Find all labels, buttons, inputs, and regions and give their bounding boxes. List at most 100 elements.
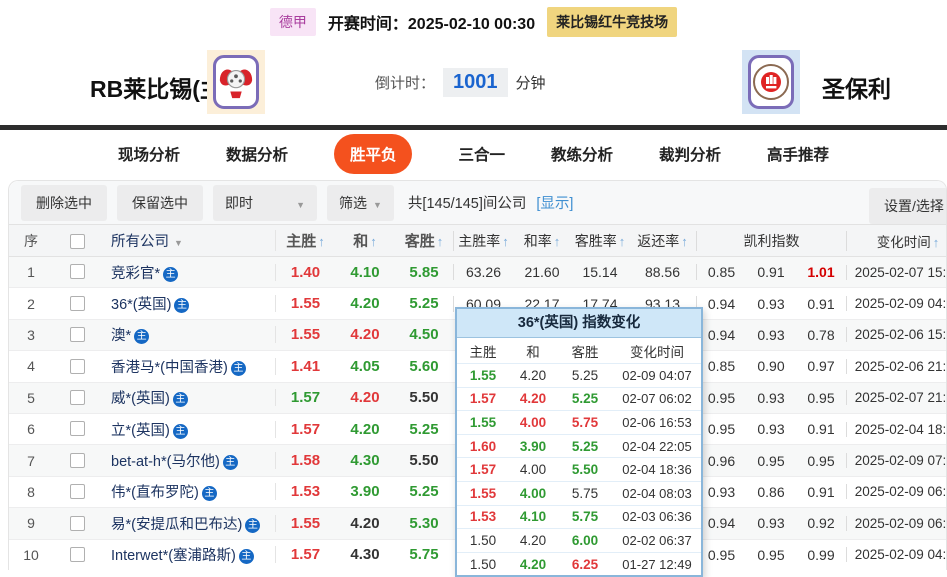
row-seq: 6 <box>27 421 35 438</box>
company-name: 立*(英国) <box>111 422 170 439</box>
header-kelly: 凯利指数 <box>696 230 846 251</box>
header-draw-odds[interactable]: 和 <box>335 230 395 251</box>
header-draw-rate[interactable]: 和率 <box>513 231 571 251</box>
away-logo-frame <box>748 55 794 109</box>
row-checkbox[interactable] <box>69 546 85 562</box>
row-checkbox[interactable] <box>69 295 85 311</box>
popup-away-odds: 6.25 <box>571 556 599 572</box>
countdown-value: 1001 <box>443 68 508 97</box>
change-time-cell: 2025-02-06 21:33 <box>846 358 946 374</box>
change-time-cell: 2025-02-09 07:04 <box>846 453 946 469</box>
tab-7[interactable]: 高手推荐 <box>767 143 829 165</box>
row-checkbox[interactable] <box>69 452 85 468</box>
header-company-label: 所有公司 <box>111 234 169 250</box>
popup-away-odds: 5.25 <box>571 438 599 454</box>
company-cell[interactable]: 香港马*(中国香港) 主 <box>101 356 275 377</box>
popup-change-time: 02-02 06:37 <box>622 532 692 548</box>
primary-badge-icon: 主 <box>134 329 150 345</box>
company-cell[interactable]: 立*(英国) 主 <box>101 419 275 440</box>
tab-2[interactable]: 数据分析 <box>226 143 288 165</box>
header-company: 所有公司 <box>101 230 275 251</box>
kelly-draw-cell: 0.93 <box>757 389 785 406</box>
select-all-checkbox[interactable] <box>69 233 85 249</box>
row-seq: 8 <box>27 483 35 500</box>
delete-selected-button[interactable]: 删除选中 <box>21 184 107 221</box>
company-cell[interactable]: 伟*(直布罗陀) 主 <box>101 481 275 502</box>
popup-draw-odds: 4.00 <box>519 462 547 478</box>
kickoff-time: 开赛时间：2025-02-10 00:30 <box>328 10 535 34</box>
tab-4[interactable]: 三合一 <box>458 143 505 165</box>
company-name: 易*(安提瓜和巴布达) <box>111 516 243 533</box>
company-filter-caret-icon[interactable] <box>169 234 183 250</box>
keep-selected-button[interactable]: 保留选中 <box>117 184 203 221</box>
odds-draw-cell: 4.20 <box>350 389 380 407</box>
odds-home-cell: 1.40 <box>275 263 335 281</box>
header-draw-rate-label: 和率 <box>524 233 561 249</box>
change-time-cell: 2025-02-09 06:42 <box>846 484 946 500</box>
company-cell[interactable]: 澳* 主 <box>101 324 275 345</box>
dropdown-caret-icon <box>367 195 382 211</box>
popup-away-odds: 5.50 <box>571 462 599 478</box>
popup-home-odds: 1.57 <box>469 391 497 407</box>
row-checkbox[interactable] <box>69 421 85 437</box>
primary-badge-icon: 主 <box>174 298 190 314</box>
countdown: 倒计时： 1001 分钟 <box>375 68 546 97</box>
kelly-away-cell: 0.99 <box>807 546 835 563</box>
odds-home-cell: 1.55 <box>275 295 335 313</box>
tab-3[interactable]: 胜平负 <box>333 134 413 174</box>
row-checkbox[interactable] <box>69 484 85 500</box>
header-change-time[interactable]: 变化时间 <box>846 230 946 251</box>
odds-away-cell: 5.25 <box>409 420 439 438</box>
company-name: 澳* <box>111 328 132 345</box>
odds-change-popup: 36*(英国) 指数变化 主胜 和 客胜 变化时间 1.55 4.20 5.25 02… <box>455 307 703 577</box>
company-cell[interactable]: Interwet*(塞浦路斯) 主 <box>101 544 275 565</box>
change-time-cell: 2025-02-09 04:08 <box>846 296 946 312</box>
row-checkbox-cell <box>53 326 101 344</box>
settings-button[interactable]: 设置/选择 <box>869 188 946 224</box>
header-payout-rate[interactable]: 返还率 <box>629 231 696 251</box>
popup-home-odds: 1.55 <box>469 367 497 383</box>
primary-badge-icon: 主 <box>238 549 254 565</box>
popup-row: 1.55 4.00 5.75 02-04 08:03 <box>457 480 701 505</box>
popup-away-odds: 5.25 <box>571 367 599 383</box>
row-checkbox[interactable] <box>69 515 85 531</box>
home-rate-cell: 63.26 <box>453 264 513 281</box>
company-cell[interactable]: 竞彩官* 主 <box>101 262 275 283</box>
tab-1[interactable]: 现场分析 <box>118 143 180 165</box>
header-home-rate[interactable]: 主胜率 <box>453 230 513 251</box>
company-count: 共[145/145]间公司 <box>407 196 527 212</box>
popup-change-time: 02-07 06:02 <box>622 391 692 407</box>
row-checkbox-cell <box>53 420 101 438</box>
kelly-draw-cell: 0.93 <box>757 326 785 343</box>
popup-away-odds: 6.00 <box>571 532 599 548</box>
home-logo-frame <box>213 55 259 109</box>
tab-5[interactable]: 教练分析 <box>551 143 613 165</box>
odds-away-cell: 4.50 <box>409 326 439 344</box>
row-checkbox[interactable] <box>69 390 85 406</box>
row-checkbox[interactable] <box>69 358 85 374</box>
header-away-odds[interactable]: 客胜 <box>395 230 453 251</box>
filter-dropdown[interactable]: 筛选 <box>327 184 394 221</box>
odds-home-cell: 1.55 <box>275 326 335 344</box>
kelly-away-cell: 0.92 <box>807 515 835 532</box>
company-cell[interactable]: 易*(安提瓜和巴布达) 主 <box>101 513 275 534</box>
popup-home-odds: 1.57 <box>469 462 497 478</box>
show-link[interactable]: [显示] <box>536 192 573 213</box>
st-pauli-crest-icon <box>753 64 789 100</box>
change-time-cell: 2025-02-04 18:39 <box>846 421 946 437</box>
company-cell[interactable]: 36*(英国) 主 <box>101 293 275 314</box>
time-mode-dropdown[interactable]: 即时 <box>213 184 317 221</box>
tab-6[interactable]: 裁判分析 <box>659 143 721 165</box>
row-checkbox[interactable] <box>69 264 85 280</box>
company-name: bet-at-h*(马尔他) <box>111 454 220 471</box>
company-cell[interactable]: 威*(英国) 主 <box>101 387 275 408</box>
company-cell[interactable]: bet-at-h*(马尔他) 主 <box>101 450 275 471</box>
header-away-rate[interactable]: 客胜率 <box>571 231 629 251</box>
row-seq: 2 <box>27 295 35 312</box>
kelly-away-cell: 0.91 <box>807 295 835 312</box>
popup-draw-odds: 4.20 <box>519 391 547 407</box>
header-home-odds[interactable]: 主胜 <box>275 230 335 251</box>
odds-away-cell: 5.50 <box>409 389 439 407</box>
popup-draw-odds: 4.20 <box>519 367 547 383</box>
row-checkbox[interactable] <box>69 327 85 343</box>
